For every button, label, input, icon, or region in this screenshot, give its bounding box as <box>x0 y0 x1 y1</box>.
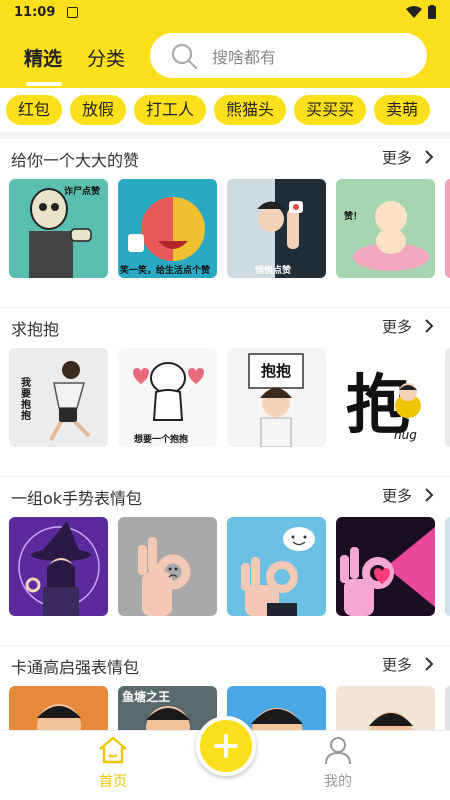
chevron-right-icon[interactable] <box>424 487 434 503</box>
sticker-thumb-partial[interactable] <box>445 348 450 447</box>
more-link[interactable]: 更多 <box>382 316 412 337</box>
battery-icon <box>428 5 436 19</box>
tab-indicator <box>26 82 62 86</box>
notification-icon <box>67 6 79 18</box>
sticker-caption: 诈尸点赞 <box>64 187 101 197</box>
search-input[interactable]: 搜啥都有 <box>212 44 276 68</box>
sticker-laughing-thumb[interactable]: 笑一笑，给生活点个赞 <box>118 179 217 278</box>
tag-chips: 红包 放假 打工人 熊猫头 买买买 卖萌 <box>0 88 450 132</box>
chevron-right-icon[interactable] <box>424 149 434 165</box>
tab-featured[interactable]: 精选 <box>24 44 62 71</box>
section-title: 给你一个大大的赞 <box>11 151 140 170</box>
sticker-jump-thumb[interactable]: 我要抱抱 <box>9 348 108 447</box>
sticker-peek-thumb[interactable]: 悄悄点赞 <box>227 179 326 278</box>
section-ok-gesture: 一组ok手势表情包 更多 <box>0 477 450 645</box>
more-link[interactable]: 更多 <box>382 147 412 168</box>
add-button[interactable] <box>196 716 256 776</box>
tab-category[interactable]: 分类 <box>87 44 125 71</box>
section-hug: 求抱抱 更多 我要抱抱 想要一个抱抱 抱抱 抱 hug <box>0 308 450 476</box>
nav-home-label: 首页 <box>99 774 127 790</box>
plus-icon <box>214 734 238 758</box>
sticker-ok-office-thumb[interactable] <box>227 517 326 616</box>
wifi-icon <box>406 6 422 18</box>
more-link[interactable]: 更多 <box>382 654 412 675</box>
section-title: 一组ok手势表情包 <box>11 489 143 508</box>
status-time: 11:09 <box>14 4 56 20</box>
sticker-baby-thumb[interactable]: 赞！ <box>336 179 435 278</box>
search-bar[interactable]: 搜啥都有 <box>150 33 427 78</box>
sticker-sign-girl-thumb[interactable]: 抱抱 <box>227 348 326 447</box>
sticker-stickman-thumb[interactable]: 想要一个抱抱 <box>118 348 217 447</box>
chip-tag[interactable]: 红包 <box>6 95 63 125</box>
chevron-right-icon[interactable] <box>424 318 434 334</box>
sticker-hug-char-thumb[interactable]: 抱 hug <box>336 348 435 447</box>
header: 精选 分类 搜啥都有 <box>0 24 450 88</box>
sticker-ok-sad-thumb[interactable] <box>118 517 217 616</box>
sticker-thumb-partial[interactable] <box>445 179 450 278</box>
section-like: 给你一个大大的赞 更多 诈尸点赞 笑一笑，给生活点个赞 悄悄点赞 赞！ <box>0 139 450 307</box>
section-title: 求抱抱 <box>11 320 60 339</box>
sticker-caption: 笑一笑，给生活点个赞 <box>120 266 211 276</box>
section-title: 卡通高启强表情包 <box>11 658 140 677</box>
sticker-caption: hug <box>394 428 417 442</box>
chip-tag[interactable]: 放假 <box>70 95 127 125</box>
sticker-ok-pink-thumb[interactable] <box>336 517 435 616</box>
chip-tag[interactable]: 卖萌 <box>374 95 431 125</box>
nav-home[interactable]: 首页 <box>83 735 143 791</box>
chevron-right-icon[interactable] <box>424 656 434 672</box>
sticker-caption: 想要一个抱抱 <box>134 435 189 445</box>
more-link[interactable]: 更多 <box>382 485 412 506</box>
status-bar: 11:09 <box>0 0 450 24</box>
sticker-thumb-partial[interactable] <box>445 517 450 616</box>
sticker-caption: 赞！ <box>344 212 363 222</box>
nav-mine[interactable]: 我的 <box>308 735 368 791</box>
chip-tag[interactable]: 打工人 <box>134 95 207 125</box>
nav-mine-label: 我的 <box>324 774 352 790</box>
chip-tag[interactable]: 熊猫头 <box>214 95 287 125</box>
chip-tag[interactable]: 买买买 <box>294 95 367 125</box>
search-icon <box>171 43 198 69</box>
home-icon <box>99 736 127 764</box>
sticker-caption: 我要抱抱 <box>21 378 31 422</box>
sticker-caption: 鱼塘之王 <box>122 690 171 704</box>
sticker-caption: 悄悄点赞 <box>255 266 292 276</box>
sticker-zombie-thumb[interactable]: 诈尸点赞 <box>9 179 108 278</box>
sticker-witch-thumb[interactable] <box>9 517 108 616</box>
sticker-caption: 抱抱 <box>261 362 292 380</box>
user-icon <box>325 737 351 765</box>
